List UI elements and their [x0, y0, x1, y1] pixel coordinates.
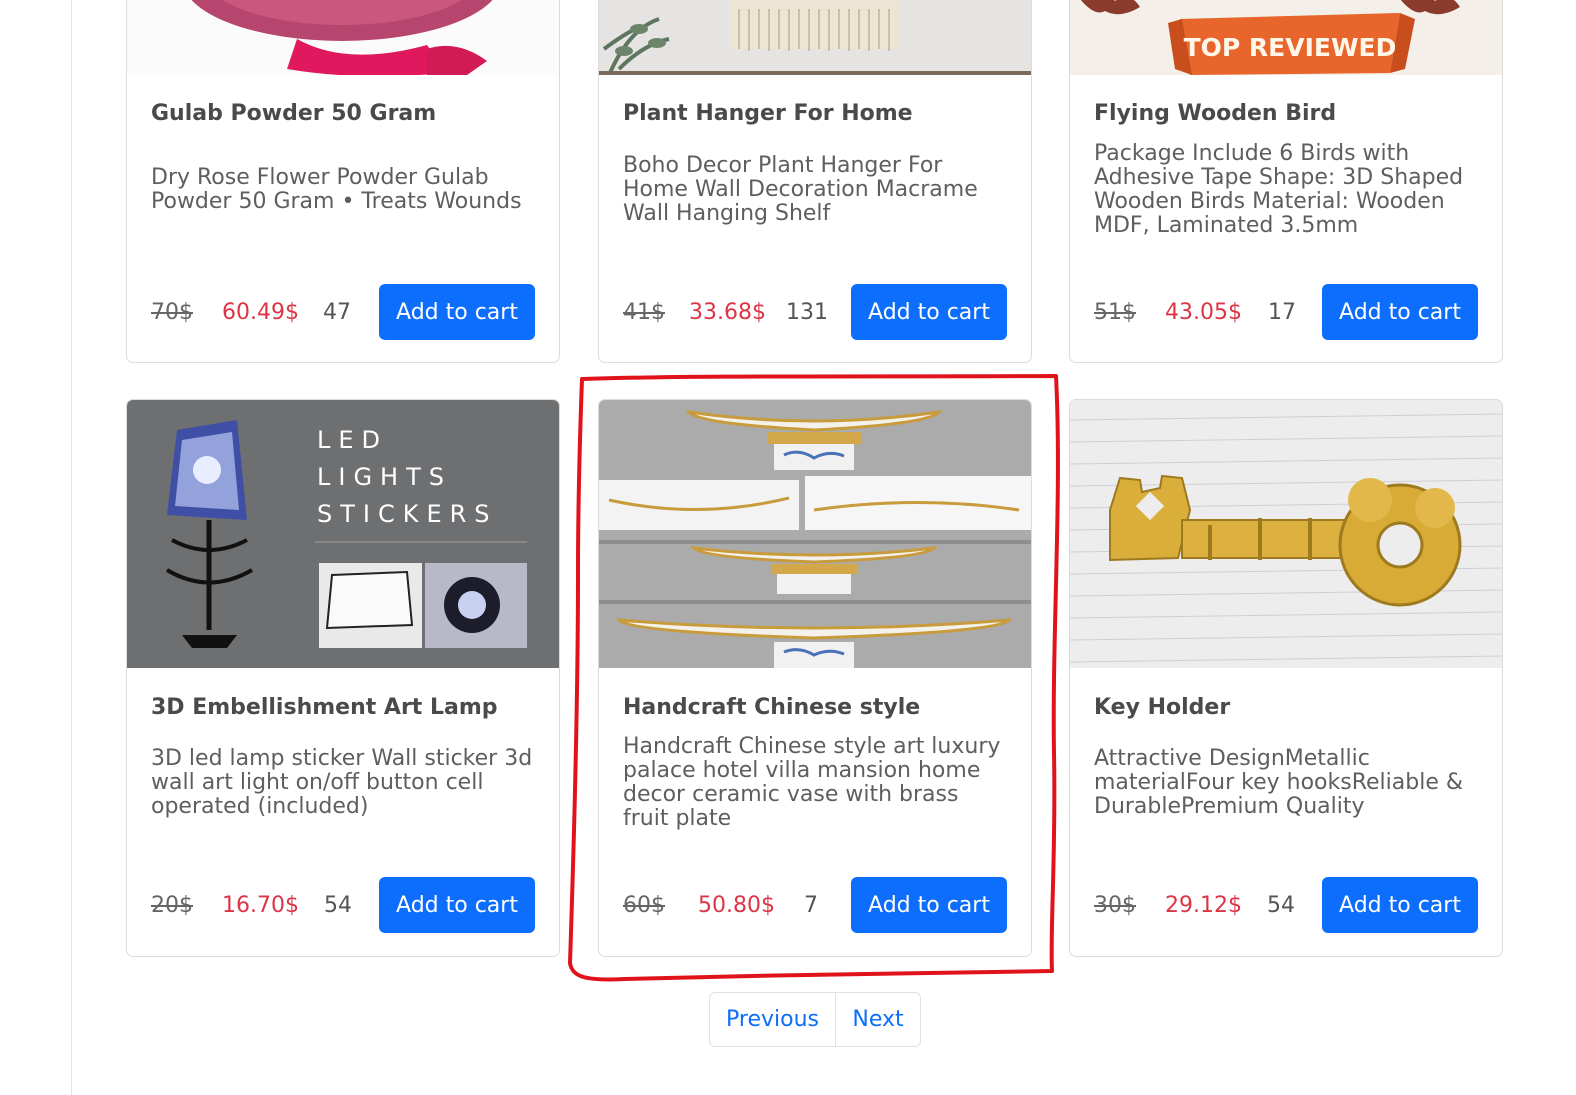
price-row: 41$ 33.68$ 131 Add to cart [623, 284, 1007, 340]
original-price: 60$ [623, 893, 665, 918]
product-title[interactable]: Handcraft Chinese style [623, 695, 1013, 720]
original-price: 20$ [151, 893, 193, 918]
price-row: 30$ 29.12$ 54 Add to cart [1094, 877, 1478, 933]
sale-price: 33.68$ [689, 300, 766, 325]
product-card-plant-hanger: Plant Hanger For Home Boho Decor Plant H… [598, 0, 1032, 363]
add-to-cart-button[interactable]: Add to cart [851, 284, 1007, 340]
product-description: Handcraft Chinese style art luxury palac… [623, 734, 1001, 831]
sale-price: 16.70$ [222, 893, 299, 918]
previous-page-link[interactable]: Previous [710, 993, 836, 1046]
product-image[interactable] [599, 400, 1031, 668]
product-image[interactable]: TOP REVIEWED [1070, 0, 1502, 75]
image-caption-lights: LIGHTS [317, 463, 452, 491]
stock-quantity: 7 [804, 893, 818, 918]
content-left-border [71, 0, 72, 1095]
add-to-cart-button[interactable]: Add to cart [1322, 877, 1478, 933]
product-card-gulab-powder: Gulab Powder 50 Gram Dry Rose Flower Pow… [126, 0, 560, 363]
add-to-cart-button[interactable]: Add to cart [379, 284, 535, 340]
top-reviewed-banner-text: TOP REVIEWED [1184, 33, 1397, 62]
product-image[interactable] [599, 0, 1031, 75]
product-description: 3D led lamp sticker Wall sticker 3d wall… [151, 746, 533, 819]
image-caption-led: LED [317, 426, 388, 454]
price-row: 51$ 43.05$ 17 Add to cart [1094, 284, 1478, 340]
pagination: Previous Next [709, 992, 921, 1047]
original-price: 51$ [1094, 300, 1136, 325]
stock-quantity: 131 [786, 300, 828, 325]
stock-quantity: 54 [324, 893, 352, 918]
product-title[interactable]: Plant Hanger For Home [623, 101, 1013, 126]
product-title[interactable]: Key Holder [1094, 695, 1484, 720]
product-description: Boho Decor Plant Hanger For Home Wall De… [623, 153, 978, 226]
image-caption-stickers: STICKERS [317, 500, 498, 528]
product-title[interactable]: Flying Wooden Bird [1094, 101, 1484, 126]
stock-quantity: 17 [1268, 300, 1296, 325]
product-description: Package Include 6 Birds with Adhesive Ta… [1094, 141, 1464, 238]
original-price: 70$ [151, 300, 193, 325]
price-row: 60$ 50.80$ 7 Add to cart [623, 877, 1007, 933]
price-row: 20$ 16.70$ 54 Add to cart [151, 877, 535, 933]
product-title[interactable]: Gulab Powder 50 Gram [151, 101, 541, 126]
next-page-link[interactable]: Next [836, 993, 920, 1046]
product-card-flying-wooden-bird: TOP REVIEWED Flying Wooden Bird Package … [1069, 0, 1503, 363]
original-price: 30$ [1094, 893, 1136, 918]
stock-quantity: 54 [1267, 893, 1295, 918]
sale-price: 60.49$ [222, 300, 299, 325]
product-card-handcraft-chinese-style: Handcraft Chinese style Handcraft Chines… [598, 399, 1032, 957]
sale-price: 43.05$ [1165, 300, 1242, 325]
product-image[interactable] [127, 0, 559, 75]
product-card-3d-art-lamp: LED LIGHTS STICKERS 3D Embellishment Art… [126, 399, 560, 957]
add-to-cart-button[interactable]: Add to cart [1322, 284, 1478, 340]
add-to-cart-button[interactable]: Add to cart [379, 877, 535, 933]
product-image[interactable]: LED LIGHTS STICKERS [127, 400, 559, 668]
price-row: 70$ 60.49$ 47 Add to cart [151, 284, 535, 340]
stock-quantity: 47 [323, 300, 351, 325]
original-price: 41$ [623, 300, 665, 325]
add-to-cart-button[interactable]: Add to cart [851, 877, 1007, 933]
product-description: Dry Rose Flower Powder Gulab Powder 50 G… [151, 165, 522, 214]
product-card-key-holder: Key Holder Attractive DesignMetallic mat… [1069, 399, 1503, 957]
product-description: Attractive DesignMetallic materialFour k… [1094, 746, 1464, 819]
product-image[interactable] [1070, 400, 1502, 668]
sale-price: 29.12$ [1165, 893, 1242, 918]
product-title[interactable]: 3D Embellishment Art Lamp [151, 695, 541, 720]
sale-price: 50.80$ [698, 893, 775, 918]
